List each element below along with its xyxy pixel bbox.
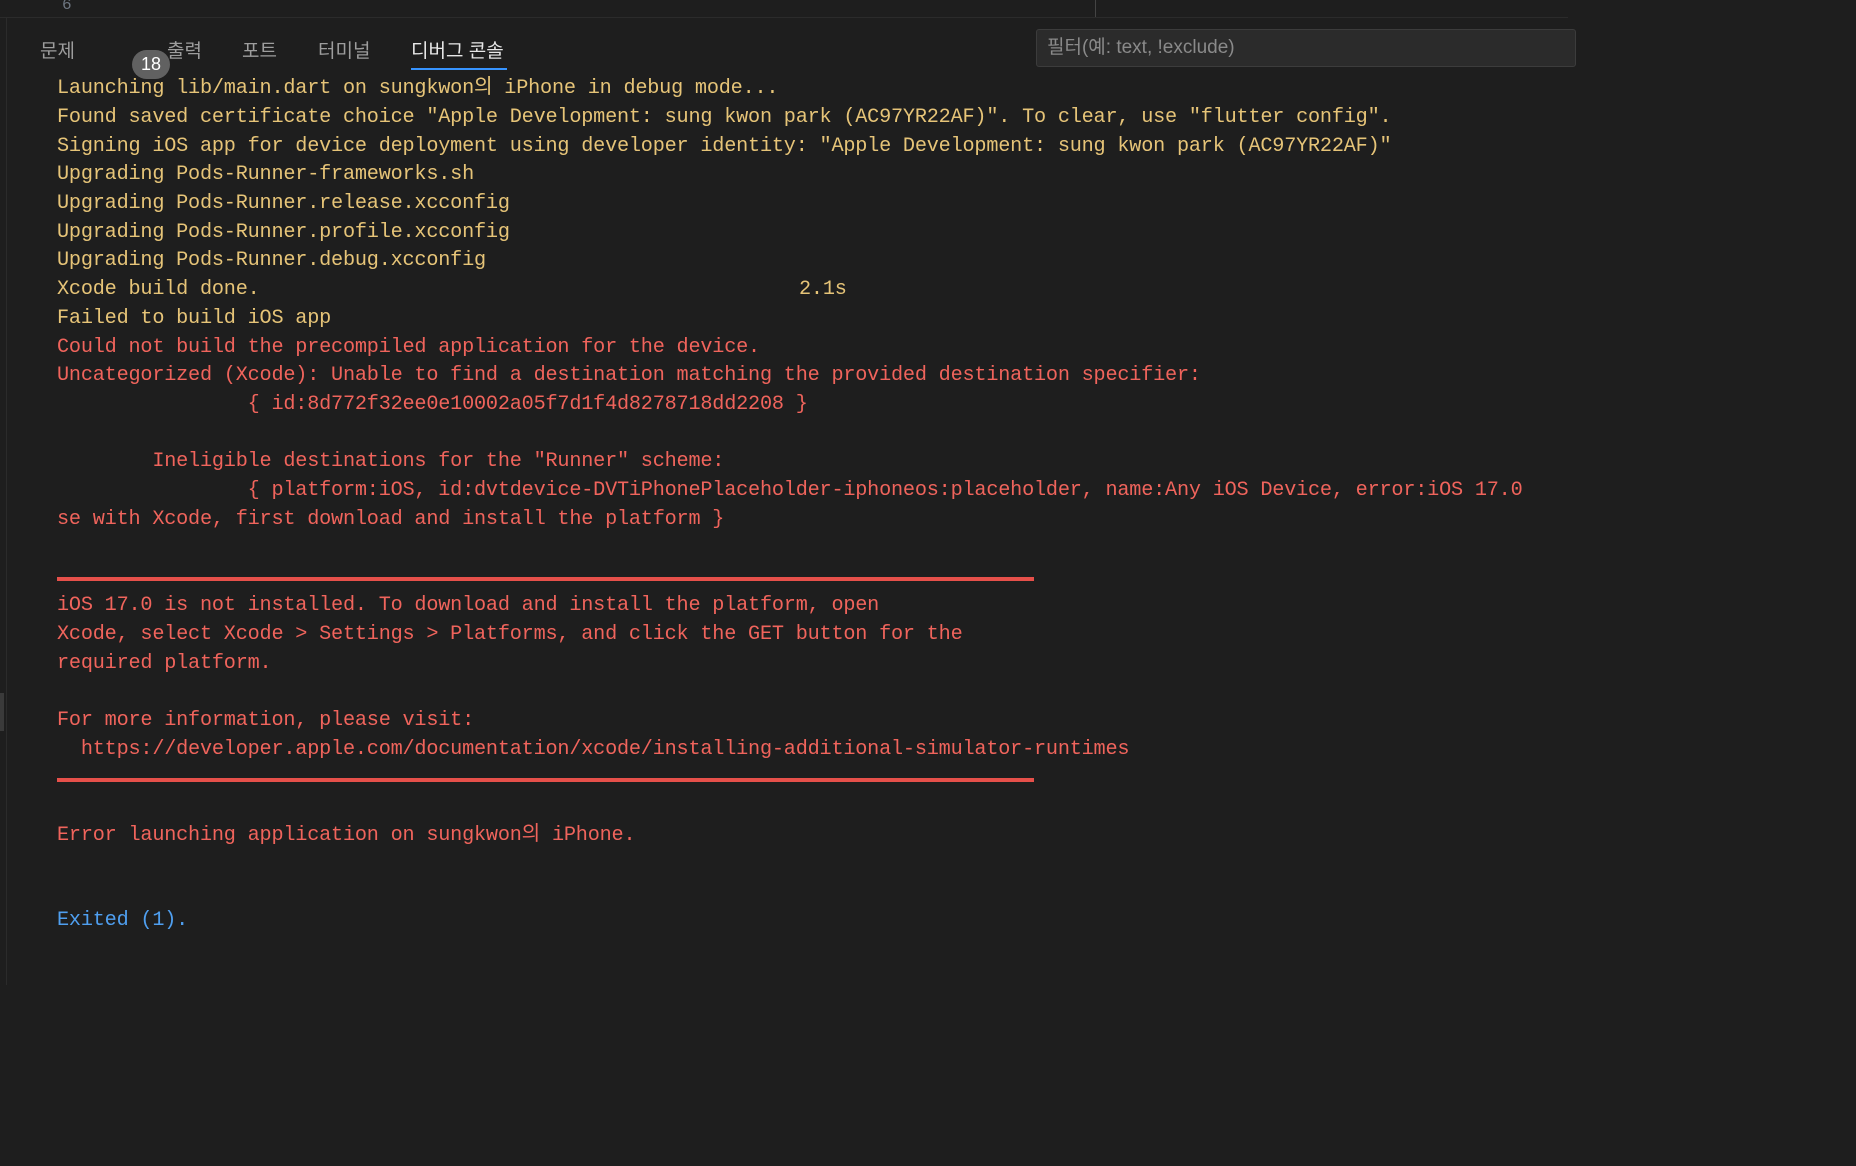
tab-terminal-label: 터미널 — [318, 41, 371, 62]
console-line: Upgrading Pods-Runner.profile.xcconfig — [57, 221, 510, 244]
console-error-line: iOS 17.0 is not installed. To download a… — [57, 594, 880, 617]
error-separator-rule — [57, 778, 1034, 782]
console-line: Upgrading Pods-Runner.debug.xcconfig — [57, 249, 486, 272]
build-duration: 2.1s — [799, 278, 847, 301]
editor-area-remnant: 6 — [0, 0, 1568, 18]
console-line: Launching lib/main.dart on sungkwon의 iPh… — [57, 77, 779, 100]
tab-output-label: 출력 — [167, 41, 202, 62]
console-error-line: Could not build the precompiled applicat… — [57, 336, 760, 359]
console-line: Failed to build iOS app — [57, 307, 332, 330]
tab-debug-console-label: 디버그 콘솔 — [411, 41, 504, 62]
console-error-line: { platform:iOS, id:dvtdevice-DVTiPhonePl… — [57, 479, 1523, 502]
tab-debug-console[interactable]: 디버그 콘솔 — [411, 36, 507, 70]
panel-tab-bar: 문제 18 출력 포트 터미널 디버그 콘솔 — [0, 18, 1576, 79]
console-line: Found saved certificate choice "Apple De… — [57, 106, 1392, 129]
console-error-line: Error launching application on sungkwon의… — [57, 824, 636, 847]
console-error-line: For more information, please visit: — [57, 709, 475, 732]
panel-left-border — [6, 18, 7, 985]
tab-terminal[interactable]: 터미널 — [318, 36, 370, 70]
tab-ports-label: 포트 — [242, 41, 277, 62]
console-error-line: { id:8d772f32ee0e10002a05f7d1f4d8278718d… — [57, 393, 808, 416]
documentation-link[interactable]: https://developer.apple.com/documentatio… — [57, 736, 1130, 764]
editor-split-divider[interactable] — [1095, 0, 1096, 17]
console-error-line: Ineligible destinations for the "Runner"… — [57, 450, 725, 473]
console-error-line: required platform. — [57, 652, 272, 675]
tab-output[interactable]: 출력 — [167, 36, 202, 70]
console-line: Signing iOS app for device deployment us… — [57, 135, 1392, 158]
tab-problems[interactable]: 문제 18 — [40, 36, 170, 79]
sidebar-sash-handle[interactable] — [0, 693, 4, 731]
tab-problems-label: 문제 — [40, 41, 75, 62]
error-separator-rule — [57, 577, 1034, 581]
console-error-line: Xcode, select Xcode > Settings > Platfor… — [57, 623, 963, 646]
editor-line-number: 6 — [62, 0, 72, 14]
console-error-line: Uncategorized (Xcode): Unable to find a … — [57, 364, 1201, 387]
debug-console-output[interactable]: Launching lib/main.dart on sungkwon의 iPh… — [57, 75, 1568, 975]
console-line: Upgrading Pods-Runner-frameworks.sh — [57, 163, 475, 186]
exit-status-line: Exited (1). — [57, 909, 189, 932]
console-line: Upgrading Pods-Runner.release.xcconfig — [57, 192, 510, 215]
console-error-line: se with Xcode, first download and instal… — [57, 508, 725, 531]
debug-console-filter-input[interactable] — [1036, 29, 1576, 67]
console-line: Xcode build done. — [57, 278, 260, 301]
tab-ports[interactable]: 포트 — [242, 36, 277, 70]
